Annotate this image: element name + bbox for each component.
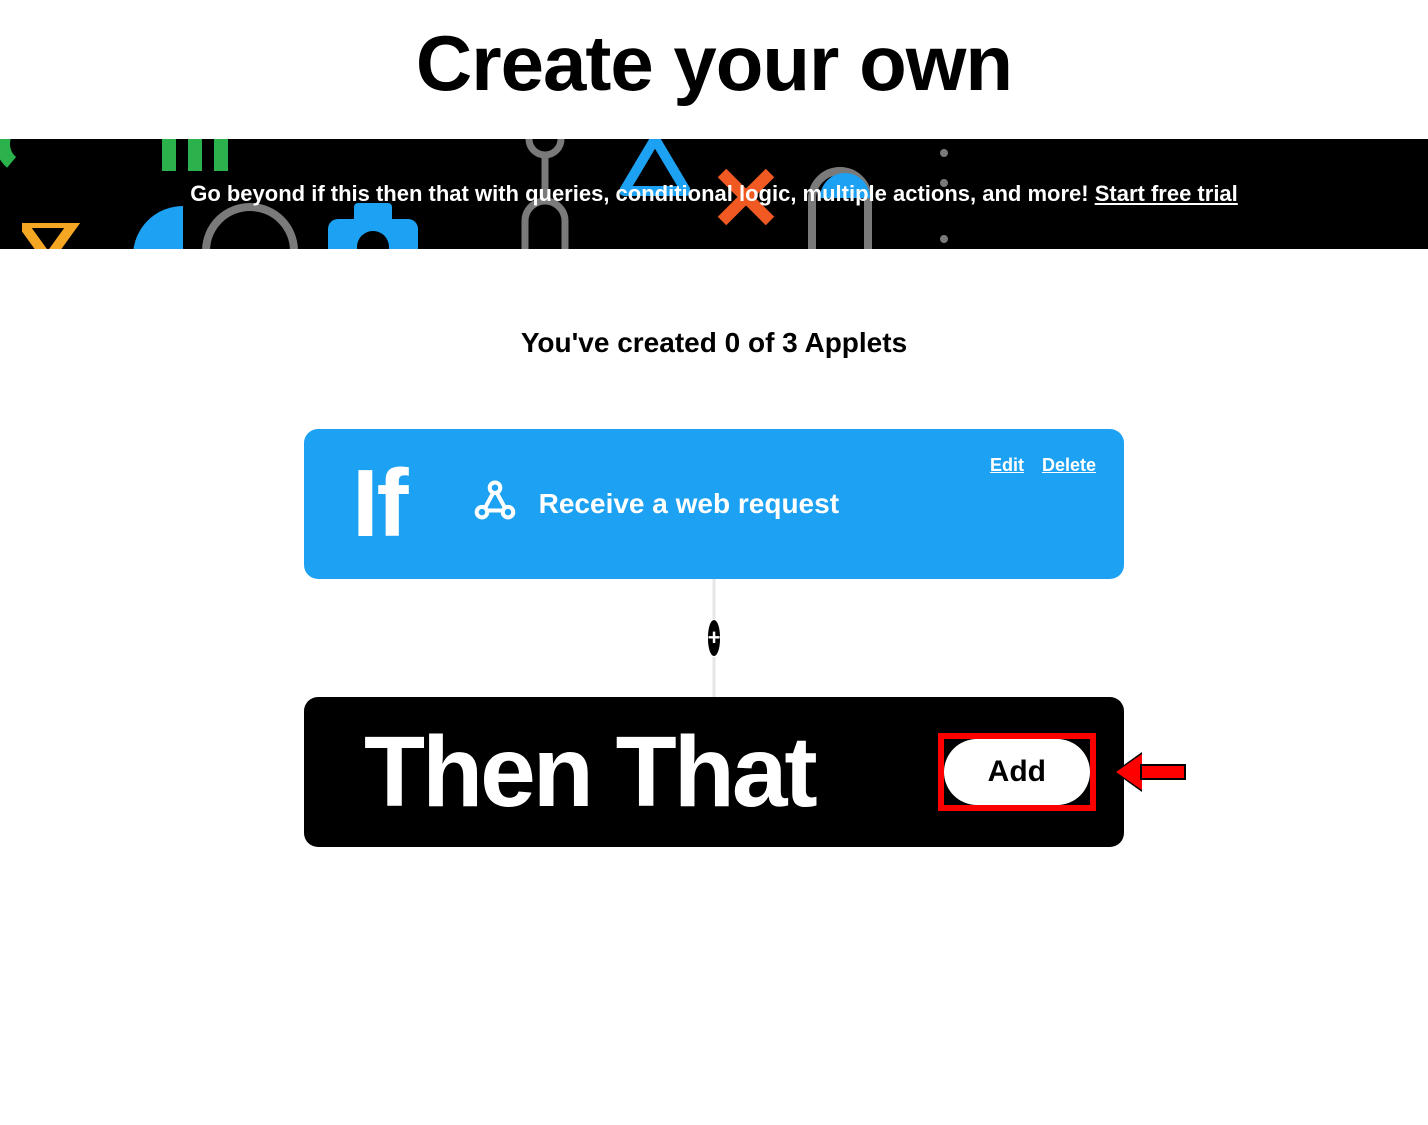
then-action-card[interactable]: Then That Add [304, 697, 1124, 847]
if-trigger-card[interactable]: If Receive a web request Edit Delete [304, 429, 1124, 579]
deco-yellow-tri [22, 223, 82, 249]
promo-message: Go beyond if this then that with queries… [190, 181, 1095, 206]
deco-blue-pie [128, 201, 238, 249]
add-step-button[interactable]: + [708, 620, 721, 656]
webhooks-icon [469, 478, 521, 530]
deco-green-arc [0, 139, 62, 179]
plus-icon: + [708, 625, 721, 651]
edit-trigger-link[interactable]: Edit [990, 455, 1024, 476]
promo-banner: Go beyond if this then that with queries… [0, 139, 1428, 249]
if-trigger-name: Receive a web request [539, 488, 839, 520]
start-free-trial-link[interactable]: Start free trial [1095, 181, 1238, 206]
flow-connector: + [712, 579, 716, 697]
page-title: Create your own [0, 0, 1428, 139]
delete-trigger-link[interactable]: Delete [1042, 455, 1096, 476]
annotation-arrow-icon [1116, 754, 1186, 790]
promo-text: Go beyond if this then that with queries… [0, 181, 1428, 207]
highlight-box-icon [938, 733, 1096, 811]
add-action-highlight: Add [938, 733, 1096, 811]
applet-flow: If Receive a web request Edit Delete [0, 429, 1428, 847]
if-label: If [352, 456, 407, 552]
applets-count-status: You've created 0 of 3 Applets [0, 327, 1428, 359]
then-that-label: Then That [364, 722, 815, 822]
deco-green-bars [162, 139, 242, 183]
